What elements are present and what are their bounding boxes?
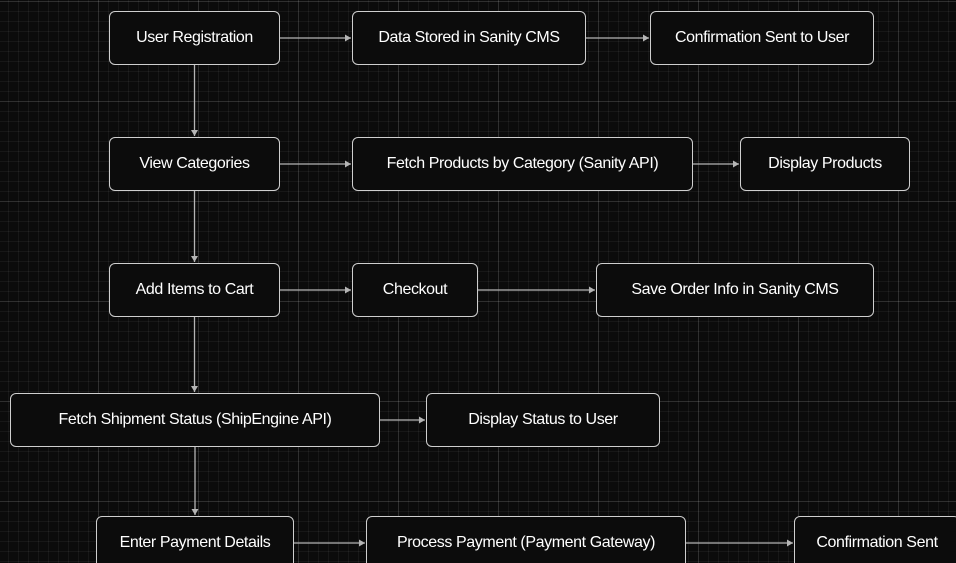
- edge-arrowhead: [359, 539, 365, 547]
- node-process-payment[interactable]: Process Payment (Payment Gateway): [366, 516, 686, 563]
- edge-arrowhead: [419, 416, 425, 424]
- node-data-stored-in-sanity-cms[interactable]: Data Stored in Sanity CMS: [352, 11, 586, 65]
- node-add-items-to-cart[interactable]: Add Items to Cart: [109, 263, 280, 317]
- edge-arrowhead: [589, 286, 595, 294]
- node-user-registration[interactable]: User Registration: [109, 11, 280, 65]
- edge-arrowhead: [643, 34, 649, 42]
- edge-arrowhead: [733, 160, 739, 168]
- node-display-status-to-user[interactable]: Display Status to User: [426, 393, 660, 447]
- node-save-order-info-in-sanity-cms[interactable]: Save Order Info in Sanity CMS: [596, 263, 874, 317]
- node-display-products[interactable]: Display Products: [740, 137, 910, 191]
- edge-arrowhead: [345, 34, 351, 42]
- edge-arrowhead: [191, 509, 199, 515]
- edge-arrowhead: [191, 130, 198, 136]
- node-fetch-shipment-status[interactable]: Fetch Shipment Status (ShipEngine API): [10, 393, 380, 447]
- node-confirmation-sent-to-user[interactable]: Confirmation Sent to User: [650, 11, 874, 65]
- node-fetch-products-by-category[interactable]: Fetch Products by Category (Sanity API): [352, 137, 693, 191]
- node-view-categories[interactable]: View Categories: [109, 137, 280, 191]
- edge-arrowhead: [345, 286, 351, 294]
- flowchart-canvas: User Registration Data Stored in Sanity …: [0, 0, 956, 563]
- node-checkout[interactable]: Checkout: [352, 263, 478, 317]
- node-enter-payment-details[interactable]: Enter Payment Details: [96, 516, 294, 563]
- edge-arrowhead: [787, 539, 793, 547]
- edge-arrowhead: [191, 256, 198, 262]
- edge-arrowhead: [191, 386, 198, 392]
- node-confirmation-sent[interactable]: Confirmation Sent: [794, 516, 956, 563]
- edge-arrowhead: [345, 160, 351, 168]
